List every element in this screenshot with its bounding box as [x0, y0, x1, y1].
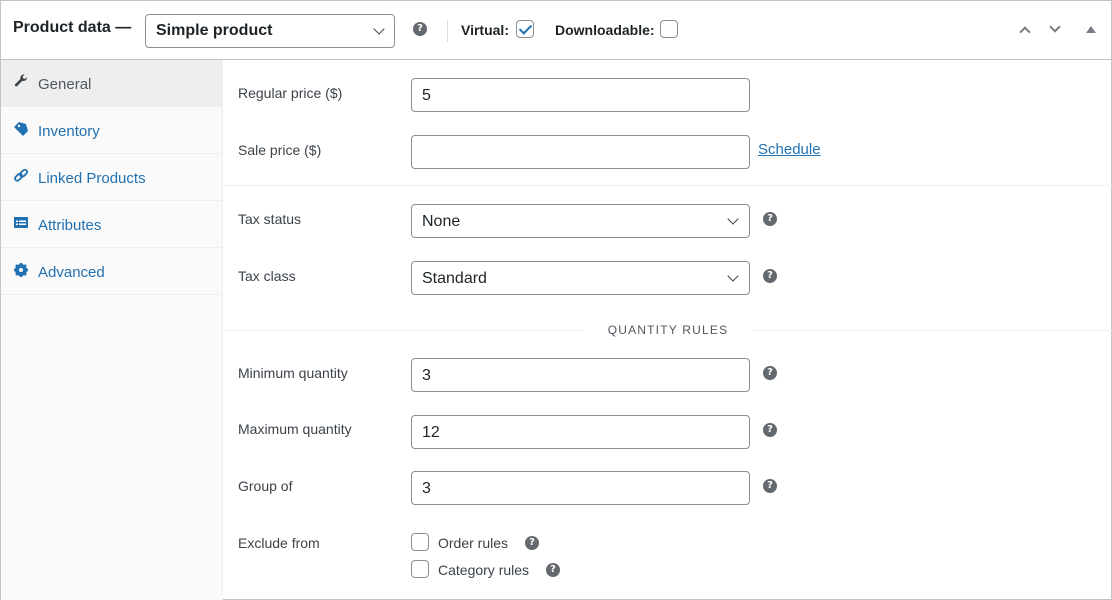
product-type-select[interactable]: Simple product — [145, 14, 395, 48]
link-icon — [14, 168, 28, 182]
group-of-label: Group of — [238, 478, 293, 494]
tax-status-label: Tax status — [238, 211, 302, 227]
minimum-quantity-input[interactable]: 3 — [411, 358, 750, 392]
tax-class-value: Standard — [422, 270, 487, 287]
tag-icon — [14, 122, 28, 136]
list-icon — [14, 217, 28, 228]
tax-class-help-icon[interactable]: ? — [763, 269, 777, 283]
tax-status-select[interactable]: None — [411, 204, 750, 238]
tax-status-value: None — [422, 213, 461, 230]
exclude-from-label: Exclude from — [238, 535, 320, 551]
minimum-quantity-label: Minimum quantity — [238, 365, 348, 381]
order-rules-help-icon[interactable]: ? — [525, 536, 539, 550]
product-type-value: Simple product — [156, 22, 273, 39]
tax-class-select[interactable]: Standard — [411, 261, 750, 295]
maximum-quantity-value: 12 — [422, 424, 440, 441]
product-data-tabs: General Inventory Linked Products Attrib… — [1, 60, 223, 600]
maximum-quantity-help-icon[interactable]: ? — [763, 423, 777, 437]
tax-class-label: Tax class — [238, 268, 296, 284]
tab-label: Linked Products — [38, 170, 146, 187]
schedule-link[interactable]: Schedule — [758, 141, 821, 158]
order-rules-checkbox[interactable] — [411, 533, 429, 551]
move-up-button[interactable] — [1017, 23, 1033, 39]
regular-price-value: 5 — [422, 87, 431, 104]
sale-price-input[interactable] — [411, 135, 750, 169]
minimum-quantity-value: 3 — [422, 367, 431, 384]
category-rules-label: Category rules — [438, 562, 530, 578]
chevron-down-icon — [1049, 21, 1061, 33]
chevron-down-icon — [373, 23, 385, 35]
wrench-icon — [14, 74, 28, 87]
tax-status-help-icon[interactable]: ? — [763, 212, 777, 226]
chevron-up-icon — [1019, 26, 1031, 38]
minimum-quantity-help-icon[interactable]: ? — [763, 366, 777, 380]
product-data-panel: Product data — Simple product ? Virtual:… — [0, 0, 1112, 600]
tab-attributes[interactable]: Attributes — [1, 201, 222, 248]
chevron-down-icon — [727, 270, 739, 282]
tab-advanced[interactable]: Advanced — [1, 248, 222, 295]
category-rules-checkbox[interactable] — [411, 560, 429, 578]
virtual-label: Virtual: — [461, 22, 509, 38]
tab-inventory[interactable]: Inventory — [1, 107, 222, 154]
chevron-down-icon — [727, 213, 739, 225]
panel-title: Product data — — [13, 19, 132, 36]
sale-price-label: Sale price ($) — [238, 142, 322, 158]
divider — [447, 20, 448, 42]
tab-label: Advanced — [38, 264, 105, 281]
category-rules-help-icon[interactable]: ? — [546, 563, 560, 577]
tab-label: Inventory — [38, 123, 100, 140]
group-of-input[interactable]: 3 — [411, 471, 750, 505]
order-rules-label: Order rules — [438, 535, 509, 551]
gear-icon — [14, 263, 28, 277]
general-panel: Regular price ($) 5 Sale price ($) Sched… — [224, 60, 1112, 600]
group-of-value: 3 — [422, 480, 431, 497]
downloadable-label: Downloadable: — [555, 22, 655, 38]
collapse-toggle-icon[interactable] — [1086, 26, 1096, 33]
virtual-checkbox[interactable] — [516, 20, 534, 38]
tab-label: General — [38, 76, 92, 93]
tab-general[interactable]: General — [1, 60, 222, 107]
maximum-quantity-label: Maximum quantity — [238, 421, 352, 437]
tab-linked-products[interactable]: Linked Products — [1, 154, 222, 201]
downloadable-checkbox[interactable] — [660, 20, 678, 38]
move-down-button[interactable] — [1047, 21, 1063, 39]
regular-price-label: Regular price ($) — [238, 85, 343, 101]
quantity-rules-heading: QUANTITY RULES — [584, 323, 752, 337]
panel-header: Product data — Simple product ? Virtual:… — [1, 1, 1111, 60]
section-divider — [224, 185, 1112, 186]
maximum-quantity-input[interactable]: 12 — [411, 415, 750, 449]
group-of-help-icon[interactable]: ? — [763, 479, 777, 493]
regular-price-input[interactable]: 5 — [411, 78, 750, 112]
tab-label: Attributes — [38, 217, 102, 234]
help-icon[interactable]: ? — [413, 22, 427, 36]
